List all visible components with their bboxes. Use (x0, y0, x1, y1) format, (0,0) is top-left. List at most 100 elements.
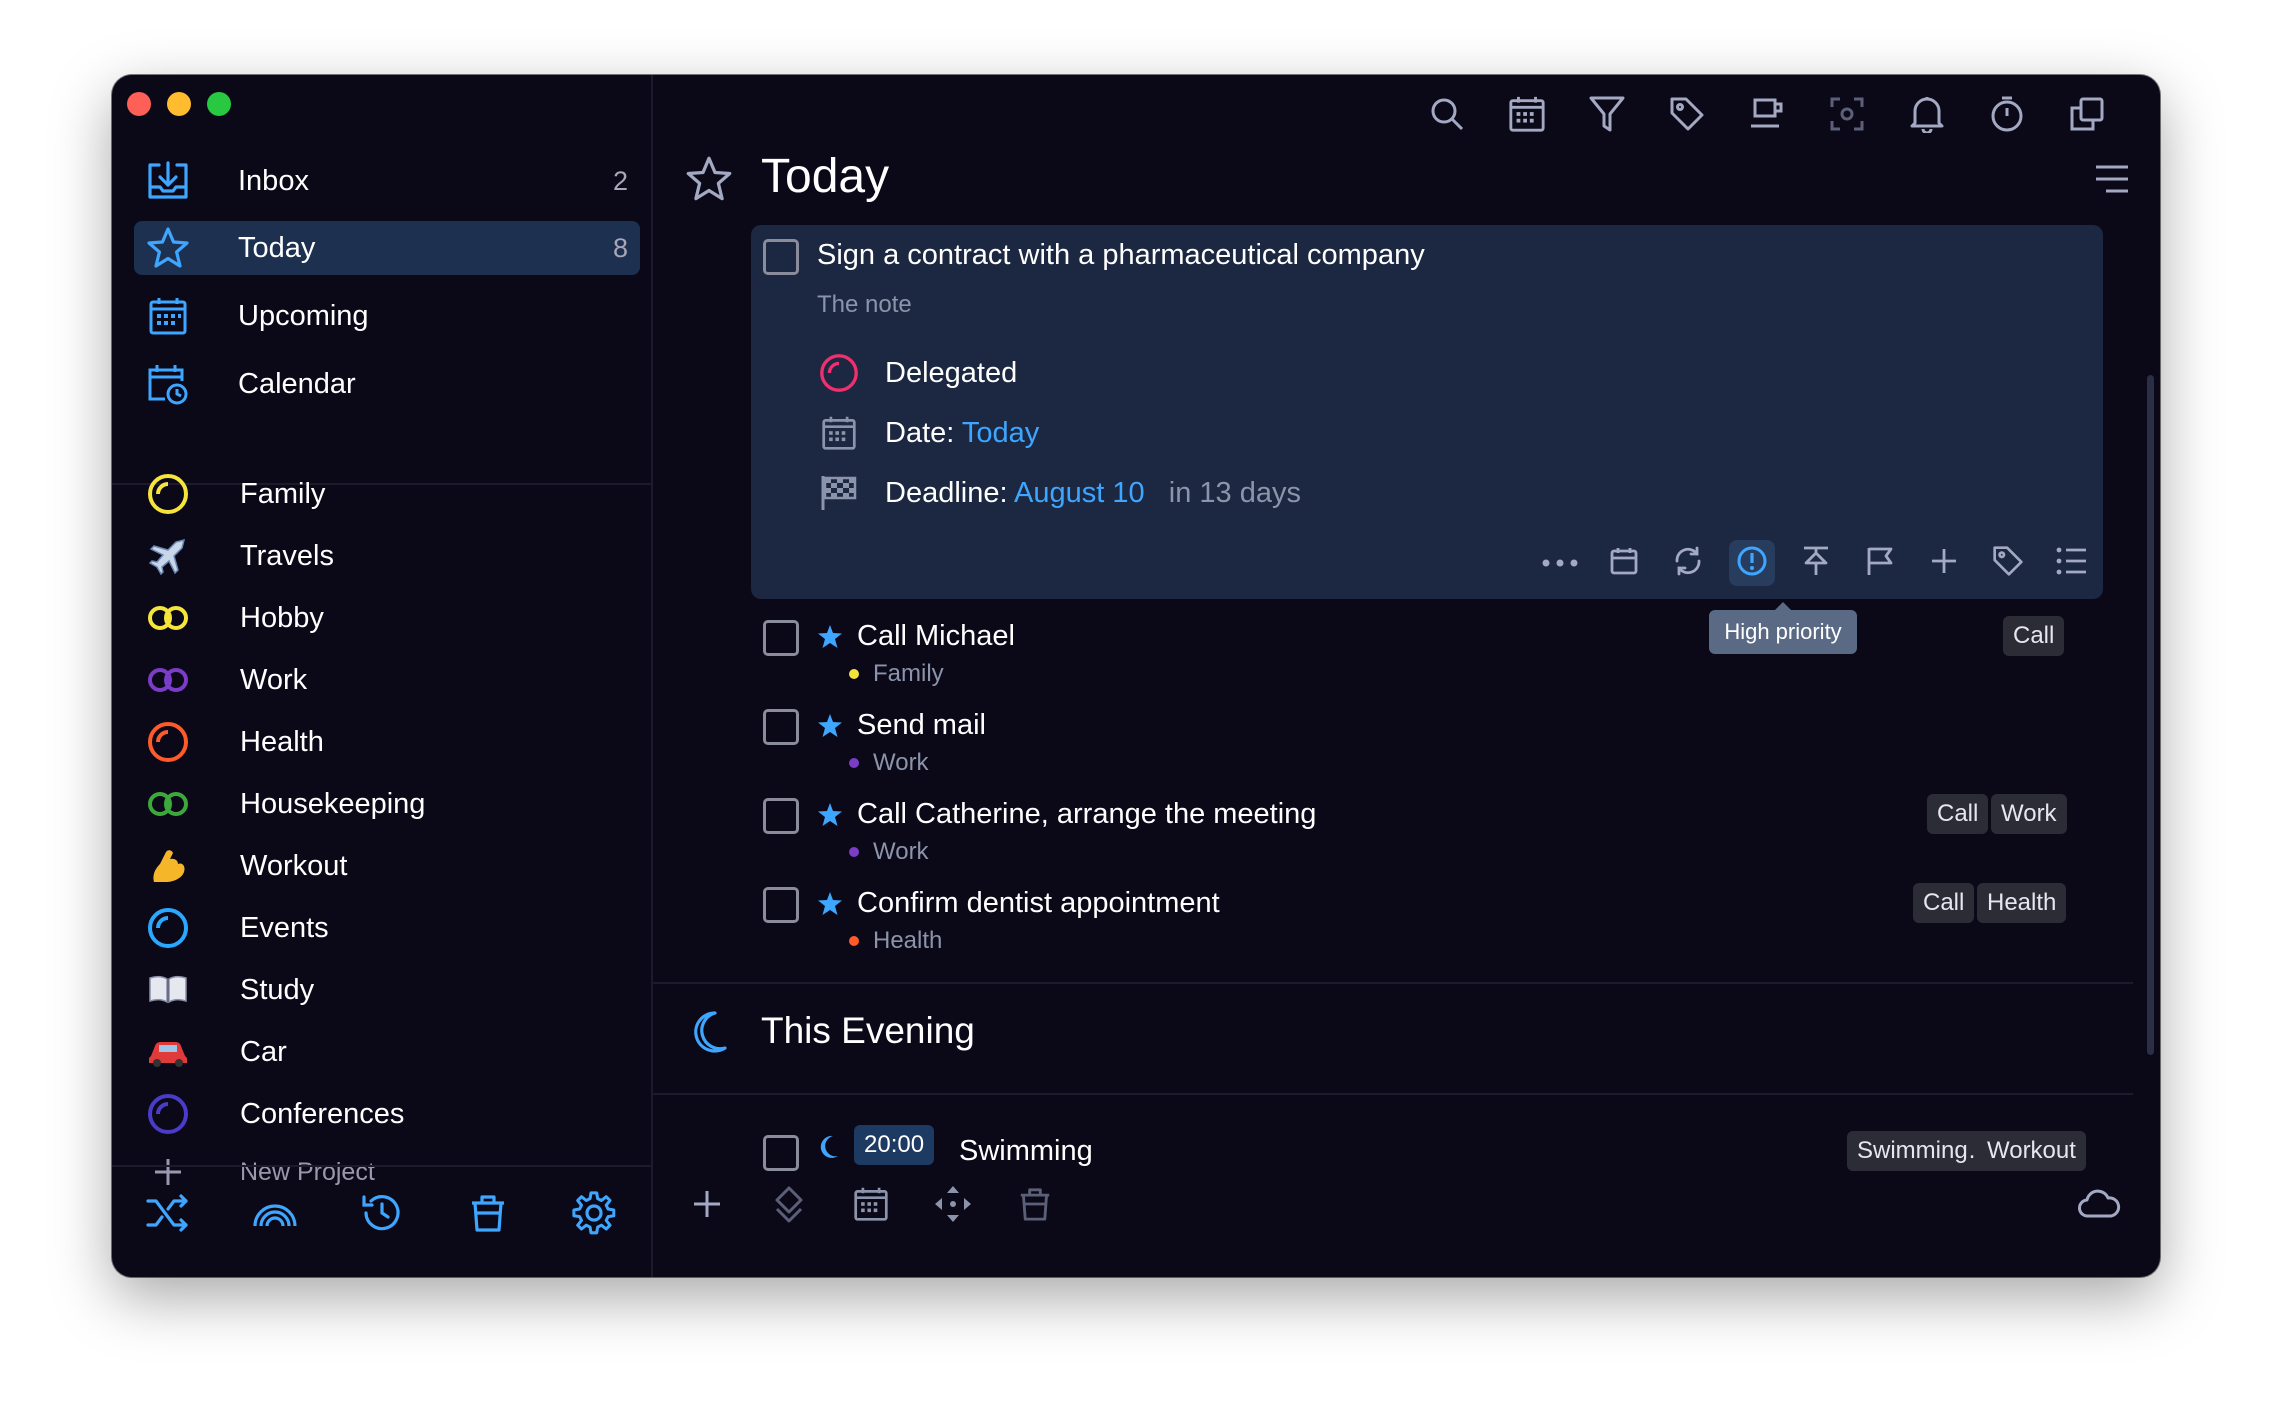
project-study[interactable]: Study (134, 965, 640, 1015)
drag-move-button[interactable] (927, 1180, 979, 1232)
task-row[interactable]: Call Michael Family Call (751, 610, 2103, 698)
priority-button[interactable] (1729, 540, 1775, 586)
rainbow-button[interactable] (245, 1185, 305, 1245)
plus-icon (691, 1188, 723, 1225)
tag-chip[interactable]: Call (1927, 794, 1989, 834)
moon-icon (694, 1011, 727, 1053)
move-button[interactable] (763, 1180, 815, 1232)
project-family[interactable]: Family (134, 469, 640, 519)
tag-chip[interactable]: Work (1991, 794, 2067, 834)
task-title[interactable]: Sign a contract with a pharmaceutical co… (817, 239, 1425, 272)
tag-chip[interactable]: Call (2003, 616, 2065, 656)
task-checkbox[interactable] (763, 887, 799, 923)
add-subtask-button[interactable] (1921, 540, 1967, 586)
project-health[interactable]: Health (134, 717, 640, 767)
project-hobby[interactable]: Hobby (134, 593, 640, 643)
delegated-row[interactable]: Delegated (817, 349, 1017, 397)
sidebar-item-today[interactable]: Today 8 (134, 221, 640, 275)
car-icon (146, 1030, 190, 1074)
task-row[interactable]: Send mail Work (751, 699, 2103, 787)
project-dot (849, 847, 859, 857)
task-title[interactable]: Confirm dentist appointment (857, 887, 1220, 920)
date-row[interactable]: Date: Today (817, 409, 1039, 457)
moon-icon (820, 1135, 838, 1158)
task-row[interactable]: Confirm dentist appointment Health Call … (751, 877, 2103, 965)
checklist-button[interactable] (2049, 540, 2095, 586)
tag-chip[interactable]: Workout (1977, 1131, 2086, 1171)
task-title[interactable]: Send mail (857, 709, 986, 742)
sidebar-item-label: Upcoming (238, 299, 369, 332)
task-checkbox[interactable] (763, 620, 799, 656)
project-car[interactable]: Car (134, 1027, 640, 1077)
new-window-button[interactable] (2061, 90, 2113, 142)
today-count: 8 (612, 232, 628, 263)
project-events[interactable]: Events (134, 903, 640, 953)
tag-chip[interactable]: Call (1913, 883, 1975, 923)
calendar-grid-icon (146, 294, 190, 338)
tag-chip[interactable]: Health (1977, 883, 2067, 923)
calendar-view-button[interactable] (1501, 90, 1553, 142)
task-title[interactable]: Call Catherine, arrange the meeting (857, 798, 1316, 831)
task-note[interactable]: The note (817, 291, 912, 319)
sync-button[interactable] (2073, 1180, 2125, 1232)
timer-button[interactable] (1981, 90, 2033, 142)
shuffle-button[interactable] (138, 1185, 198, 1245)
task-checkbox[interactable] (763, 239, 799, 275)
project-conferences[interactable]: Conferences (134, 1089, 640, 1139)
plus-icon (1929, 546, 1959, 581)
add-tag-button[interactable] (1985, 540, 2031, 586)
coffee-cup-icon (1749, 96, 1785, 137)
scrollbar[interactable] (2147, 375, 2154, 1055)
sidebar-item-calendar[interactable]: Calendar (134, 357, 640, 411)
project-work[interactable]: Work (134, 655, 640, 705)
sidebar-item-inbox[interactable]: Inbox 2 (134, 154, 640, 208)
task-row[interactable]: Call Catherine, arrange the meeting Work… (751, 788, 2103, 876)
schedule-button[interactable] (845, 1180, 897, 1232)
project-label: Housekeeping (240, 787, 426, 820)
history-button[interactable] (352, 1185, 412, 1245)
star-icon (146, 226, 190, 270)
ring-icon (146, 906, 190, 950)
project-workout[interactable]: Workout (134, 841, 640, 891)
repeat-button[interactable] (1665, 540, 1711, 586)
page-title: Today (761, 150, 890, 203)
task-checkbox[interactable] (763, 709, 799, 745)
project-housekeeping[interactable]: Housekeeping (134, 779, 640, 829)
date-value[interactable]: Today (962, 417, 1039, 449)
deadline-row[interactable]: Deadline: August 10 in 13 days (817, 469, 1301, 517)
task-title[interactable]: Call Michael (857, 620, 1015, 653)
task-title[interactable]: Swimming (959, 1135, 1093, 1168)
repeat-icon (1672, 545, 1704, 582)
sidebar-item-upcoming[interactable]: Upcoming (134, 289, 640, 343)
focus-button[interactable] (1821, 90, 1873, 142)
project-label: Family (240, 477, 326, 510)
pin-top-icon (1800, 545, 1832, 582)
expanded-task-card[interactable]: Sign a contract with a pharmaceutical co… (751, 225, 2103, 599)
filter-icon (1589, 95, 1625, 138)
task-checkbox[interactable] (763, 798, 799, 834)
delete-button[interactable] (1009, 1180, 1061, 1232)
task-checkbox[interactable] (763, 1135, 799, 1171)
trash-button[interactable] (458, 1185, 518, 1245)
search-button[interactable] (1421, 90, 1473, 142)
time-badge[interactable]: 20:00 (854, 1125, 935, 1165)
stopwatch-icon (1989, 95, 2025, 138)
project-travels[interactable]: Travels (134, 531, 640, 581)
settings-button[interactable] (564, 1185, 624, 1245)
flexed-biceps-icon (146, 844, 190, 888)
list-menu-icon[interactable] (2092, 159, 2132, 199)
set-date-button[interactable] (1601, 540, 1647, 586)
project-dot (849, 936, 859, 946)
more-options-button[interactable] (1537, 540, 1583, 586)
deadline-value[interactable]: August 10 (1014, 477, 1145, 509)
calendar-clock-icon (146, 362, 190, 406)
tags-button[interactable] (1661, 90, 1713, 142)
notifications-button[interactable] (1901, 90, 1953, 142)
coffee-break-button[interactable] (1741, 90, 1793, 142)
deadline-button[interactable] (1857, 540, 1903, 586)
filter-button[interactable] (1581, 90, 1633, 142)
add-task-button[interactable] (681, 1180, 733, 1232)
calendar-icon (1609, 546, 1639, 581)
checklist-icon (2056, 546, 2088, 581)
move-to-top-button[interactable] (1793, 540, 1839, 586)
